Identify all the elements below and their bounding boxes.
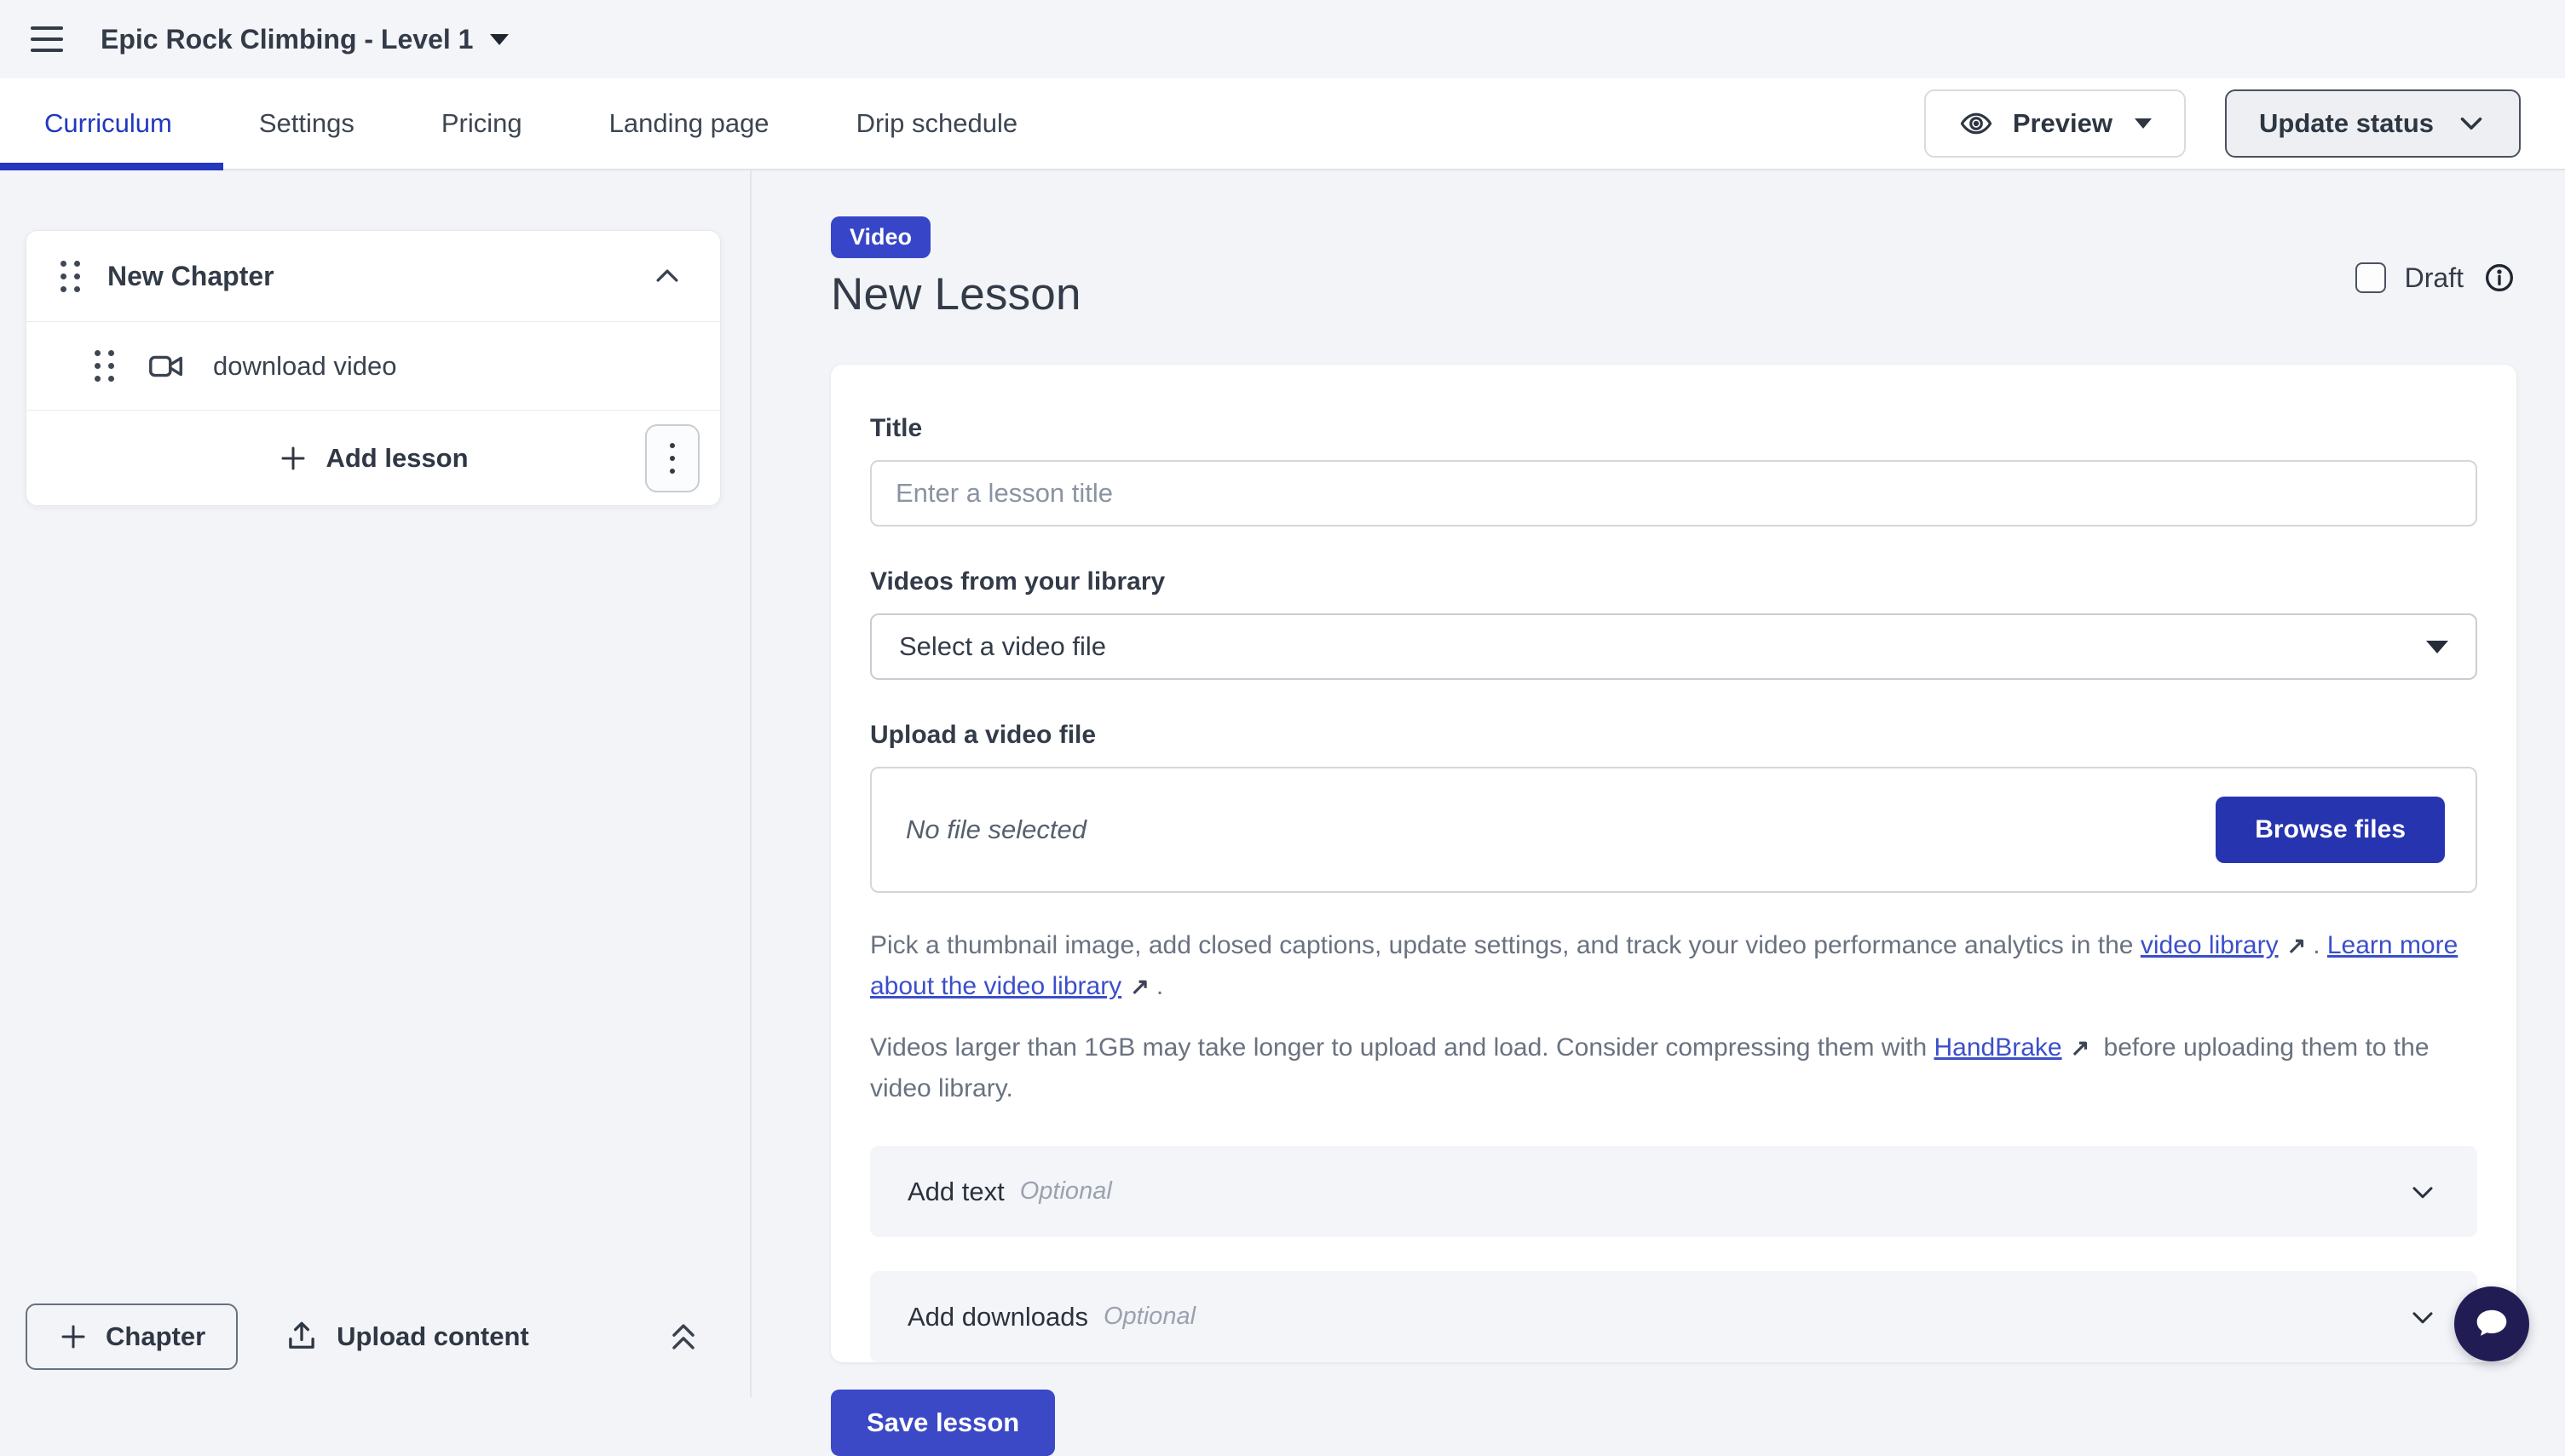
double-chevron-up-icon (665, 1318, 702, 1355)
external-link-icon: ↗ (2071, 1028, 2090, 1068)
optional-hint: Optional (1104, 1303, 1196, 1331)
add-text-accordion[interactable]: Add text Optional (870, 1146, 2477, 1237)
external-link-icon: ↗ (2287, 926, 2307, 966)
caret-down-icon (490, 34, 509, 45)
save-lesson-button[interactable]: Save lesson (831, 1390, 1055, 1456)
video-camera-icon (147, 347, 186, 386)
upload-field-label: Upload a video file (870, 721, 2477, 750)
chevron-down-icon (2456, 108, 2487, 139)
eye-icon (1958, 106, 1994, 141)
update-status-button[interactable]: Update status (2225, 89, 2521, 158)
draft-toggle-group: Draft (2355, 261, 2516, 295)
add-text-label: Add text (908, 1177, 1005, 1207)
tab-drip-schedule[interactable]: Drip schedule (856, 108, 1018, 139)
tab-landing-page[interactable]: Landing page (609, 108, 770, 139)
preview-button[interactable]: Preview (1924, 89, 2186, 158)
video-library-select[interactable]: Select a video file (870, 613, 2477, 680)
draft-label: Draft (2405, 262, 2464, 294)
course-title: Epic Rock Climbing - Level 1 (101, 24, 473, 55)
lesson-row[interactable]: download video (26, 321, 720, 410)
info-icon[interactable] (2482, 261, 2516, 295)
draft-checkbox[interactable] (2355, 262, 2386, 293)
active-tab-underline (0, 163, 223, 170)
upload-content-button[interactable]: Upload content (284, 1319, 529, 1355)
video-library-link[interactable]: video library (2141, 931, 2279, 959)
add-lesson-button[interactable]: Add lesson (278, 443, 468, 474)
compression-help-text: Videos larger than 1GB may take longer t… (870, 1027, 2477, 1108)
update-status-label: Update status (2259, 108, 2434, 139)
add-chapter-label: Chapter (106, 1321, 205, 1352)
add-downloads-accordion[interactable]: Add downloads Optional (870, 1271, 2477, 1362)
chapter-card: New Chapter download video Add lesson (26, 230, 721, 506)
tabbar: Curriculum Settings Pricing Landing page… (0, 78, 2565, 170)
add-chapter-button[interactable]: Chapter (26, 1303, 238, 1370)
caret-down-icon (2426, 641, 2448, 653)
course-switcher[interactable]: Epic Rock Climbing - Level 1 (101, 24, 509, 55)
caret-down-icon (2135, 118, 2152, 129)
lesson-editor: Video New Lesson Draft Title Videos from… (752, 170, 2565, 1397)
plus-icon (58, 1321, 89, 1352)
lesson-title: download video (213, 351, 396, 382)
library-field-label: Videos from your library (870, 567, 2477, 596)
collapse-all-button[interactable] (665, 1318, 702, 1355)
handbrake-link[interactable]: HandBrake (1934, 1033, 2062, 1062)
chapter-menu-button[interactable] (645, 424, 700, 492)
sidebar-footer: Chapter Upload content (26, 1303, 702, 1370)
add-downloads-label: Add downloads (908, 1302, 1088, 1332)
title-field-label: Title (870, 414, 2477, 443)
chat-bubble-icon (2470, 1302, 2514, 1346)
drag-handle-icon[interactable] (61, 261, 80, 292)
tab-curriculum[interactable]: Curriculum (44, 108, 172, 139)
chevron-down-icon (2406, 1175, 2440, 1209)
tab-pricing[interactable]: Pricing (441, 108, 522, 139)
optional-hint: Optional (1020, 1177, 1112, 1206)
curriculum-sidebar: New Chapter download video Add lesson (0, 170, 752, 1397)
external-link-icon: ↗ (1130, 967, 1150, 1007)
video-library-select-value: Select a video file (899, 631, 1106, 662)
chevron-down-icon (2406, 1300, 2440, 1334)
plus-icon (278, 443, 308, 474)
drag-handle-icon[interactable] (95, 350, 114, 382)
video-library-help-text: Pick a thumbnail image, add closed capti… (870, 925, 2477, 1007)
hamburger-menu-icon[interactable] (31, 26, 63, 52)
no-file-text: No file selected (906, 814, 1087, 845)
preview-label: Preview (2013, 108, 2113, 139)
add-lesson-label: Add lesson (326, 443, 468, 474)
chapter-header[interactable]: New Chapter (26, 231, 720, 321)
add-lesson-row: Add lesson (26, 410, 720, 505)
tab-settings[interactable]: Settings (259, 108, 354, 139)
browse-files-button[interactable]: Browse files (2216, 797, 2445, 863)
lesson-form-card: Title Videos from your library Select a … (831, 365, 2516, 1362)
upload-content-label: Upload content (337, 1321, 529, 1352)
chat-widget-button[interactable] (2454, 1286, 2529, 1361)
upload-icon (284, 1319, 320, 1355)
lesson-type-badge: Video (831, 216, 931, 258)
lesson-title-input[interactable] (870, 460, 2477, 527)
lesson-page-title: New Lesson (831, 268, 1081, 320)
topbar: Epic Rock Climbing - Level 1 (0, 0, 2565, 78)
chapter-title: New Chapter (107, 261, 274, 292)
file-upload-dropzone[interactable]: No file selected Browse files (870, 767, 2477, 893)
chevron-up-icon[interactable] (650, 259, 684, 293)
